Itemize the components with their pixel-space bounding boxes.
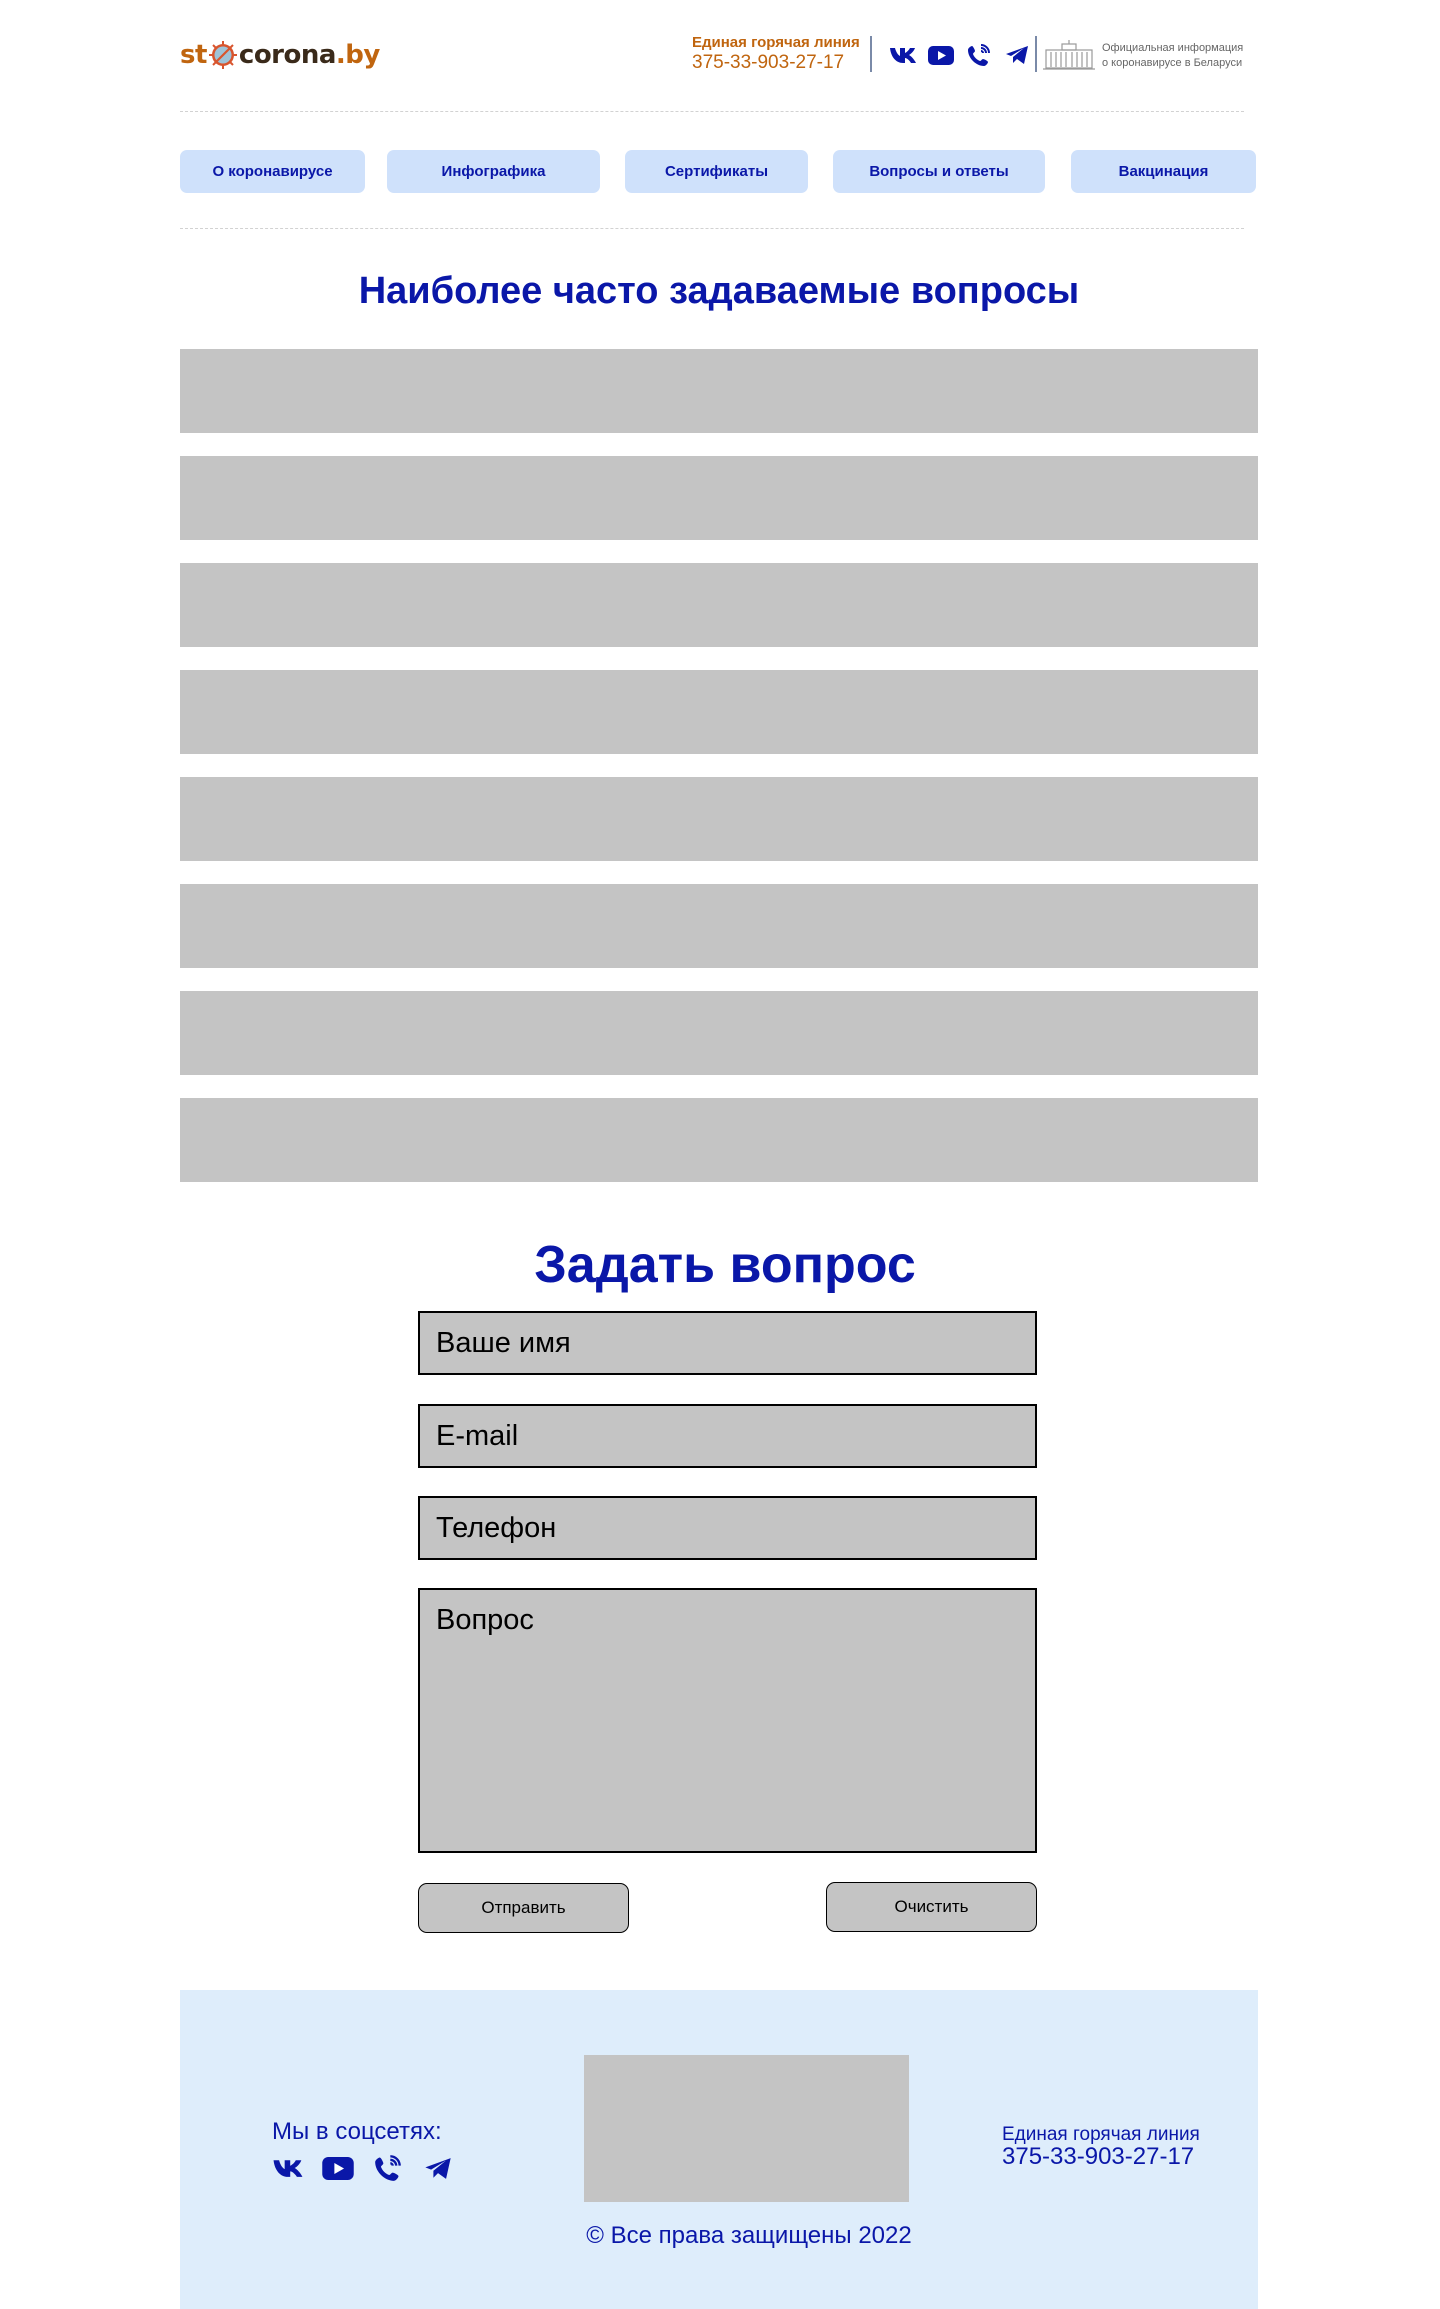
site-header: st corona .by Единая горячая линия 375-3… [180,30,1258,80]
site-footer: Мы в соцсетях: © Все права защищены 2022… [180,1990,1258,2309]
header-divider-line [180,111,1244,112]
header-divider [870,36,872,72]
footer-socials [270,2153,456,2183]
logo-text-middle: corona [238,40,337,70]
faq-item[interactable] [180,884,1258,968]
faq-item[interactable] [180,349,1258,433]
ask-question-title: Задать вопрос [534,1236,916,1294]
hotline-label: Единая горячая линия [692,34,860,51]
header-divider [1035,36,1037,72]
viber-icon[interactable] [964,42,993,68]
question-textarea[interactable]: Вопрос [418,1588,1037,1853]
logo-text-end: .by [335,40,380,70]
header-hotline: Единая горячая линия 375-33-903-27-17 [692,34,860,74]
official-info-line1: Официальная информация [1102,42,1244,54]
header-socials [888,42,1031,68]
faq-item[interactable] [180,777,1258,861]
nav-button-about-coronavirus[interactable]: О коронавирусе [180,150,365,193]
vk-icon[interactable] [270,2153,306,2183]
government-building-icon [1043,40,1095,70]
faq-item[interactable] [180,670,1258,754]
submit-button[interactable]: Отправить [418,1883,629,1933]
official-info-line2: о коронавирусе в Беларуси [1102,57,1243,69]
faq-item[interactable] [180,563,1258,647]
name-field[interactable]: Ваше имя [418,1311,1037,1375]
telegram-icon[interactable] [420,2153,456,2183]
vk-icon[interactable] [888,42,917,68]
faq-title: Наиболее часто задаваемые вопросы [358,270,1080,312]
nav-divider-line [180,228,1244,229]
viber-icon[interactable] [370,2153,406,2183]
official-info[interactable]: Официальная информация о коронавирусе в … [1042,40,1243,72]
telegram-icon[interactable] [1002,42,1031,68]
virus-icon [208,41,237,69]
footer-hotline: Единая горячая линия 375-33-903-27-17 [1002,2125,1200,2169]
youtube-icon[interactable] [320,2153,356,2183]
site-logo[interactable]: st corona .by [180,40,380,70]
nav-button-infographics[interactable]: Инфографика [387,150,600,193]
footer-hotline-phone[interactable]: 375-33-903-27-17 [1002,2145,1200,2169]
faq-item[interactable] [180,991,1258,1075]
footer-social-label: Мы в соцсетях: [272,2118,442,2145]
faq-item[interactable] [180,1098,1258,1182]
nav-button-certificates[interactable]: Сертификаты [625,150,808,193]
faq-item[interactable] [180,456,1258,540]
nav-button-vaccination[interactable]: Вакцинация [1071,150,1256,193]
email-field[interactable]: E-mail [418,1404,1037,1468]
nav-button-faq[interactable]: Вопросы и ответы [833,150,1045,193]
phone-field[interactable]: Телефон [418,1496,1037,1560]
footer-copyright: © Все права защищены 2022 [586,2222,912,2249]
clear-button[interactable]: Очистить [826,1882,1037,1932]
hotline-phone[interactable]: 375-33-903-27-17 [692,52,860,74]
footer-hotline-label: Единая горячая линия [1002,2124,1200,2145]
logo-text-start: st [180,40,207,70]
footer-image-placeholder [584,2055,909,2202]
youtube-icon[interactable] [926,42,955,68]
